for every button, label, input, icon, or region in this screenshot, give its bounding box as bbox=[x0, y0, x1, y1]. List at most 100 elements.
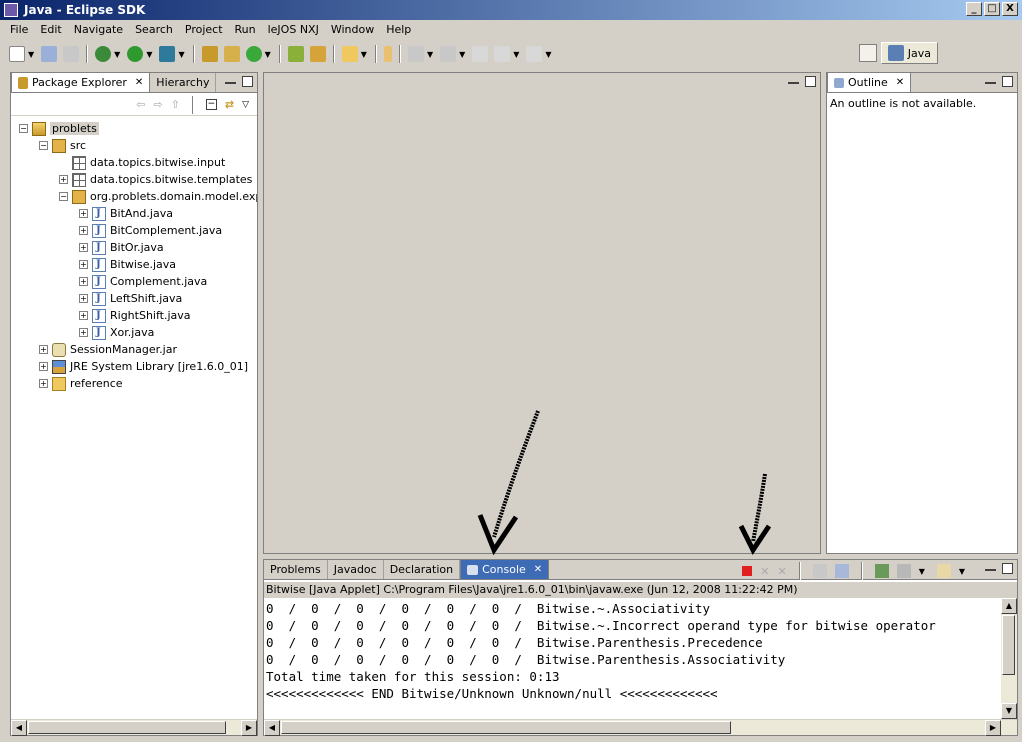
forward-arrow-icon[interactable]: ⇨ bbox=[153, 98, 162, 111]
chevron-down-icon[interactable]: ▼ bbox=[459, 50, 465, 59]
expand-icon[interactable]: + bbox=[79, 226, 88, 235]
vertical-scrollbar[interactable]: ▲ ▼ bbox=[1001, 598, 1017, 719]
collapse-icon[interactable]: − bbox=[39, 141, 48, 150]
maximize-view-icon[interactable] bbox=[1002, 76, 1013, 87]
menu-window[interactable]: Window bbox=[325, 23, 380, 36]
chevron-down-icon[interactable]: ▼ bbox=[919, 567, 925, 576]
tab-declaration[interactable]: Declaration bbox=[384, 560, 461, 579]
close-icon[interactable]: ✕ bbox=[534, 564, 542, 575]
chevron-down-icon[interactable]: ▼ bbox=[545, 50, 551, 59]
save-icon[interactable] bbox=[41, 46, 58, 62]
new-java-project-icon[interactable] bbox=[201, 46, 218, 62]
back-arrow-icon[interactable]: ⇦ bbox=[136, 98, 145, 111]
collapse-icon[interactable]: − bbox=[59, 192, 68, 201]
menu-navigate[interactable]: Navigate bbox=[68, 23, 129, 36]
terminate-icon[interactable] bbox=[742, 566, 753, 576]
tree-item[interactable]: + BitOr.java bbox=[79, 239, 164, 256]
print-icon[interactable] bbox=[63, 46, 80, 62]
remove-launch-icon[interactable]: ✕ bbox=[760, 565, 769, 578]
expand-icon[interactable]: + bbox=[79, 243, 88, 252]
tree-item[interactable]: + LeftShift.java bbox=[79, 290, 182, 307]
expand-icon[interactable]: + bbox=[79, 277, 88, 286]
scroll-thumb[interactable] bbox=[1002, 615, 1015, 675]
scroll-lock-icon[interactable] bbox=[834, 564, 849, 578]
mark-occurrences-icon[interactable] bbox=[383, 46, 392, 62]
console-output[interactable]: 0 / 0 / 0 / 0 / 0 / 0 / Bitwise.~.Associ… bbox=[266, 600, 999, 717]
last-edit-icon[interactable] bbox=[472, 46, 489, 62]
debug-icon[interactable] bbox=[95, 46, 112, 62]
tab-package-explorer[interactable]: Package Explorer ✕ bbox=[11, 72, 151, 92]
tab-outline[interactable]: Outline ✕ bbox=[827, 72, 912, 92]
tree-item[interactable]: + data.topics.bitwise.templates bbox=[59, 171, 252, 188]
chevron-down-icon[interactable]: ▼ bbox=[114, 50, 120, 59]
expand-icon[interactable]: + bbox=[39, 379, 48, 388]
open-console-icon[interactable] bbox=[936, 564, 951, 578]
tree-item[interactable]: − src bbox=[39, 137, 86, 154]
scroll-left-icon[interactable]: ◀ bbox=[11, 720, 27, 736]
scroll-right-icon[interactable]: ▶ bbox=[985, 720, 1001, 736]
chevron-down-icon[interactable]: ▼ bbox=[178, 50, 184, 59]
scroll-right-icon[interactable]: ▶ bbox=[241, 720, 257, 736]
maximize-view-icon[interactable] bbox=[1002, 563, 1013, 574]
menu-edit[interactable]: Edit bbox=[34, 23, 67, 36]
run-icon[interactable] bbox=[127, 46, 144, 62]
menu-run[interactable]: Run bbox=[229, 23, 262, 36]
menu-file[interactable]: File bbox=[4, 23, 34, 36]
open-type-icon[interactable] bbox=[287, 46, 304, 62]
maximize-button[interactable]: □ bbox=[984, 2, 1000, 16]
minimize-view-icon[interactable] bbox=[985, 76, 996, 84]
display-console-icon[interactable] bbox=[896, 564, 911, 578]
close-icon[interactable]: ✕ bbox=[135, 77, 143, 88]
menu-project[interactable]: Project bbox=[179, 23, 229, 36]
tree-item[interactable]: data.topics.bitwise.input bbox=[59, 154, 225, 171]
chevron-down-icon[interactable]: ▼ bbox=[28, 50, 34, 59]
chevron-down-icon[interactable]: ▼ bbox=[959, 567, 965, 576]
tree-item[interactable]: + SessionManager.jar bbox=[39, 341, 177, 358]
remove-all-terminated-icon[interactable]: ✕ bbox=[777, 565, 786, 578]
open-folder-icon[interactable] bbox=[341, 46, 358, 62]
menu-help[interactable]: Help bbox=[380, 23, 417, 36]
new-icon[interactable] bbox=[9, 46, 25, 62]
chevron-down-icon[interactable]: ▼ bbox=[513, 50, 519, 59]
expand-icon[interactable]: + bbox=[79, 328, 88, 337]
tree-item[interactable]: + Complement.java bbox=[79, 273, 207, 290]
back-icon[interactable] bbox=[494, 46, 511, 62]
close-button[interactable]: X bbox=[1002, 2, 1018, 16]
tree-item[interactable]: − org.problets.domain.model.expres bbox=[59, 188, 257, 205]
tree-item[interactable]: + BitComplement.java bbox=[79, 222, 222, 239]
new-class-icon[interactable] bbox=[245, 46, 262, 62]
tab-problems[interactable]: Problems bbox=[264, 560, 328, 579]
scroll-down-icon[interactable]: ▼ bbox=[1001, 703, 1017, 719]
chevron-down-icon[interactable]: ▼ bbox=[265, 50, 271, 59]
expand-icon[interactable]: + bbox=[79, 260, 88, 269]
tree-item[interactable]: + Bitwise.java bbox=[79, 256, 176, 273]
scroll-thumb[interactable] bbox=[28, 721, 226, 734]
open-perspective-icon[interactable] bbox=[858, 44, 877, 62]
chevron-down-icon[interactable]: ▼ bbox=[361, 50, 367, 59]
tab-console[interactable]: Console ✕ bbox=[460, 559, 550, 579]
clear-console-icon[interactable] bbox=[812, 564, 827, 578]
maximize-view-icon[interactable] bbox=[242, 76, 253, 87]
close-icon[interactable]: ✕ bbox=[896, 77, 904, 88]
horizontal-scrollbar[interactable]: ◀ ▶ bbox=[11, 719, 257, 736]
minimize-view-icon[interactable] bbox=[225, 76, 236, 84]
tab-hierarchy[interactable]: Hierarchy bbox=[150, 73, 217, 92]
expand-icon[interactable]: + bbox=[79, 209, 88, 218]
minimize-editor-icon[interactable] bbox=[788, 76, 799, 84]
forward-icon[interactable] bbox=[526, 46, 543, 62]
scroll-thumb[interactable] bbox=[281, 721, 731, 734]
java-perspective-button[interactable]: Java bbox=[880, 42, 938, 64]
next-annotation-icon[interactable] bbox=[407, 46, 424, 62]
collapse-all-icon[interactable]: − bbox=[205, 99, 217, 110]
tab-javadoc[interactable]: Javadoc bbox=[328, 560, 384, 579]
pin-console-icon[interactable] bbox=[874, 564, 889, 578]
collapse-icon[interactable]: − bbox=[19, 124, 28, 133]
tree-item[interactable]: + Xor.java bbox=[79, 324, 154, 341]
expand-icon[interactable]: + bbox=[39, 362, 48, 371]
minimize-button[interactable]: _ bbox=[966, 2, 982, 16]
new-package-icon[interactable] bbox=[223, 46, 240, 62]
view-menu-icon[interactable]: ▽ bbox=[242, 100, 249, 110]
expand-icon[interactable]: + bbox=[79, 311, 88, 320]
previous-annotation-icon[interactable] bbox=[440, 46, 457, 62]
menu-search[interactable]: Search bbox=[129, 23, 179, 36]
